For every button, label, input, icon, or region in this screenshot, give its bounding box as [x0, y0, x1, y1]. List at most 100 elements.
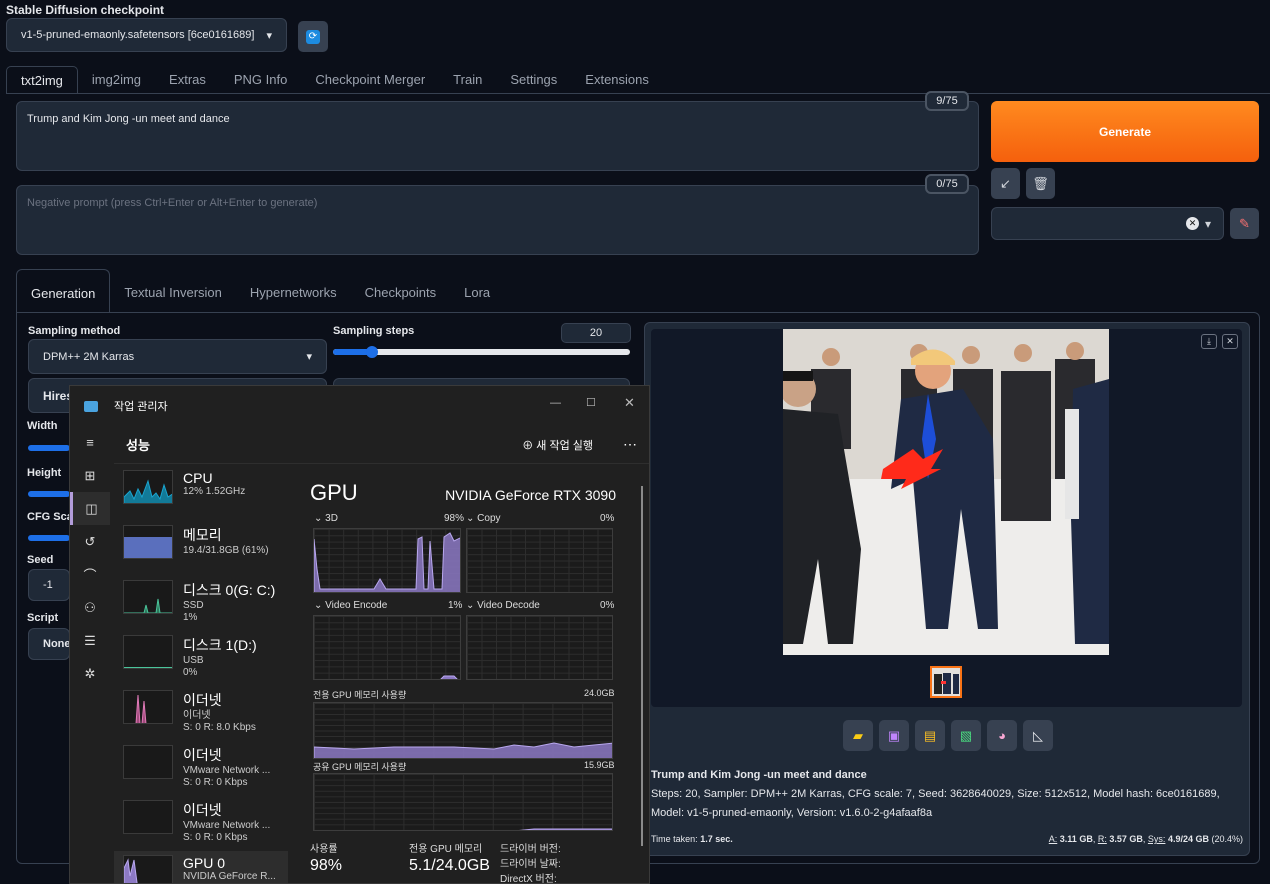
resource-disk0[interactable]: 디스크 0(G: C:) SSD 1% [114, 576, 288, 631]
generated-image[interactable] [783, 329, 1109, 655]
shared-memory-graph [313, 773, 613, 831]
services-icon[interactable]: ✲ [70, 657, 110, 690]
resource-detail: 이더넷 [183, 710, 211, 721]
window-title: 작업 관리자 [114, 401, 168, 413]
tab-img2img[interactable]: img2img [78, 66, 155, 94]
more-options-icon[interactable]: ⋯ [623, 436, 637, 453]
width-slider[interactable] [28, 445, 70, 451]
utilization-label: 사용률 [310, 844, 338, 855]
maximize-icon[interactable]: ☐ [586, 396, 596, 409]
tab-checkpoint-merger[interactable]: Checkpoint Merger [301, 66, 439, 94]
processes-icon[interactable]: ⊞ [70, 459, 110, 492]
zip-icon: ▤ [923, 727, 937, 743]
zip-button[interactable]: ▤ [915, 720, 945, 751]
generate-button[interactable]: Generate [991, 101, 1259, 162]
resource-detail: NVIDIA GeForce R... [183, 871, 276, 882]
scrollbar[interactable] [641, 466, 644, 883]
seed-input[interactable]: -1 [28, 569, 70, 601]
output-parameters: Steps: 20, Sampler: DPM++ 2M Karras, CFG… [651, 788, 1220, 819]
gallery-thumbnail[interactable] [930, 666, 962, 698]
open-folder-button[interactable]: ▰ [843, 720, 873, 751]
ethernet3-mini-graph [123, 800, 173, 834]
new-task-button[interactable]: ⊕ 새 작업 실행 [522, 437, 593, 453]
edit-styles-button[interactable]: ✎ [1230, 208, 1259, 239]
engine-video-encode-graph [313, 615, 461, 680]
prompt-input[interactable]: Trump and Kim Jong -un meet and dance [16, 101, 979, 171]
ethernet1-mini-graph [123, 690, 173, 724]
negative-prompt-input[interactable]: Negative prompt (press Ctrl+Enter or Alt… [16, 185, 979, 255]
engine-3d-pct: 98% [444, 513, 465, 524]
engine-expand-icon[interactable]: ⌄ [466, 513, 474, 524]
performance-footer: Time taken: 1.7 sec. A: 3.11 GB, R: 3.57… [651, 834, 1243, 844]
engine-video-decode-pct: 0% [600, 600, 615, 611]
tab-train[interactable]: Train [439, 66, 496, 94]
refresh-checkpoint-button[interactable]: ⟳ [298, 21, 328, 52]
resource-ethernet-2[interactable]: 이더넷 VMware Network ... S: 0 R: 0 Kbps [114, 741, 288, 796]
tab-txt2img[interactable]: txt2img [6, 66, 78, 94]
height-slider[interactable] [28, 491, 70, 497]
engine-3d-graph [313, 528, 461, 593]
sampling-method-dropdown[interactable]: DPM++ 2M Karras ▾ [28, 339, 327, 374]
app-history-icon[interactable]: ↺ [70, 525, 110, 558]
folder-icon: ▰ [853, 727, 863, 743]
resource-ethernet-1[interactable]: 이더넷 이더넷 S: 0 R: 8.0 Kbps [114, 686, 288, 741]
sampling-steps-input[interactable]: 20 [561, 323, 631, 343]
memory-mini-graph [123, 525, 173, 559]
utilization-value: 98% [310, 857, 343, 874]
script-dropdown[interactable]: None [28, 628, 71, 660]
checkpoint-value: v1-5-pruned-emaonly.safetensors [6ce0161… [21, 29, 255, 41]
arrow-diagonal-icon: ↙ [1000, 175, 1011, 191]
task-manager-window[interactable]: 작업 관리자 — ☐ ✕ ≡ ⊞ ◫ ↺ ⌒ ⚇ ☰ ✲ 성능 ⊕ 새 작업 실… [69, 385, 650, 884]
tab-lora[interactable]: Lora [450, 269, 504, 313]
resource-disk1[interactable]: 디스크 1(D:) USB 0% [114, 631, 288, 686]
details-icon[interactable]: ☰ [70, 624, 110, 657]
cpu-mini-graph [123, 470, 173, 504]
send-to-inpaint-button[interactable]: ◕ [987, 720, 1017, 751]
download-button[interactable]: ⤓ [1201, 334, 1217, 349]
engine-expand-icon[interactable]: ⌄ [466, 600, 474, 611]
clear-prompt-button[interactable]: 🗑 [1026, 168, 1055, 199]
save-button[interactable]: ▣ [879, 720, 909, 751]
tab-extensions[interactable]: Extensions [571, 66, 663, 94]
tab-extras[interactable]: Extras [155, 66, 220, 94]
task-manager-titlebar[interactable]: 작업 관리자 — ☐ ✕ [70, 386, 649, 426]
sampling-steps-handle[interactable] [365, 346, 378, 358]
engine-expand-icon[interactable]: ⌄ [314, 513, 322, 524]
resource-detail: USB [183, 655, 204, 666]
users-icon[interactable]: ⚇ [70, 591, 110, 624]
read-params-button[interactable]: ↙ [991, 168, 1020, 199]
close-image-button[interactable]: ✕ [1222, 334, 1238, 349]
send-to-img2img-button[interactable]: ▧ [951, 720, 981, 751]
startup-icon[interactable]: ⌒ [70, 558, 110, 591]
minimize-icon[interactable]: — [550, 397, 561, 409]
tab-png-info[interactable]: PNG Info [220, 66, 301, 94]
send-to-extras-button[interactable]: ◺ [1023, 720, 1053, 751]
sub-tabs: Generation Textual Inversion Hypernetwor… [16, 269, 504, 313]
tab-hypernetworks[interactable]: Hypernetworks [236, 269, 351, 313]
hamburger-icon[interactable]: ≡ [70, 426, 110, 459]
tab-textual-inversion[interactable]: Textual Inversion [110, 269, 236, 313]
checkpoint-dropdown[interactable]: v1-5-pruned-emaonly.safetensors [6ce0161… [6, 18, 287, 52]
tab-settings[interactable]: Settings [496, 66, 571, 94]
styles-dropdown[interactable]: ✕ ▾ [991, 207, 1224, 240]
resource-ethernet-3[interactable]: 이더넷 VMware Network ... S: 0 R: 0 Kbps [114, 796, 288, 851]
height-label: Height [27, 467, 62, 479]
section-title: 성능 [126, 438, 150, 453]
resource-cpu[interactable]: CPU 12% 1.52GHz [114, 466, 288, 521]
resource-memory[interactable]: 메모리 19.4/31.8GB (61%) [114, 521, 288, 576]
performance-icon[interactable]: ◫ [70, 492, 110, 525]
resource-gpu0[interactable]: GPU 0 NVIDIA GeForce R... [114, 851, 288, 883]
tab-checkpoints[interactable]: Checkpoints [351, 269, 451, 313]
close-icon[interactable]: ✕ [624, 395, 635, 411]
cfg-scale-slider[interactable] [28, 535, 70, 541]
resource-detail: 12% 1.52GHz [183, 486, 246, 497]
checkpoint-label: Stable Diffusion checkpoint [6, 3, 165, 17]
tab-generation[interactable]: Generation [16, 269, 111, 313]
new-task-label: 새 작업 실행 [536, 439, 593, 452]
width-label: Width [27, 420, 58, 432]
resource-detail: VMware Network ... [183, 820, 271, 831]
negative-token-counter: 0/75 [925, 174, 969, 194]
engine-expand-icon[interactable]: ⌄ [314, 600, 322, 611]
clear-icon[interactable]: ✕ [1185, 217, 1199, 230]
resource-detail-2: 1% [183, 612, 198, 623]
